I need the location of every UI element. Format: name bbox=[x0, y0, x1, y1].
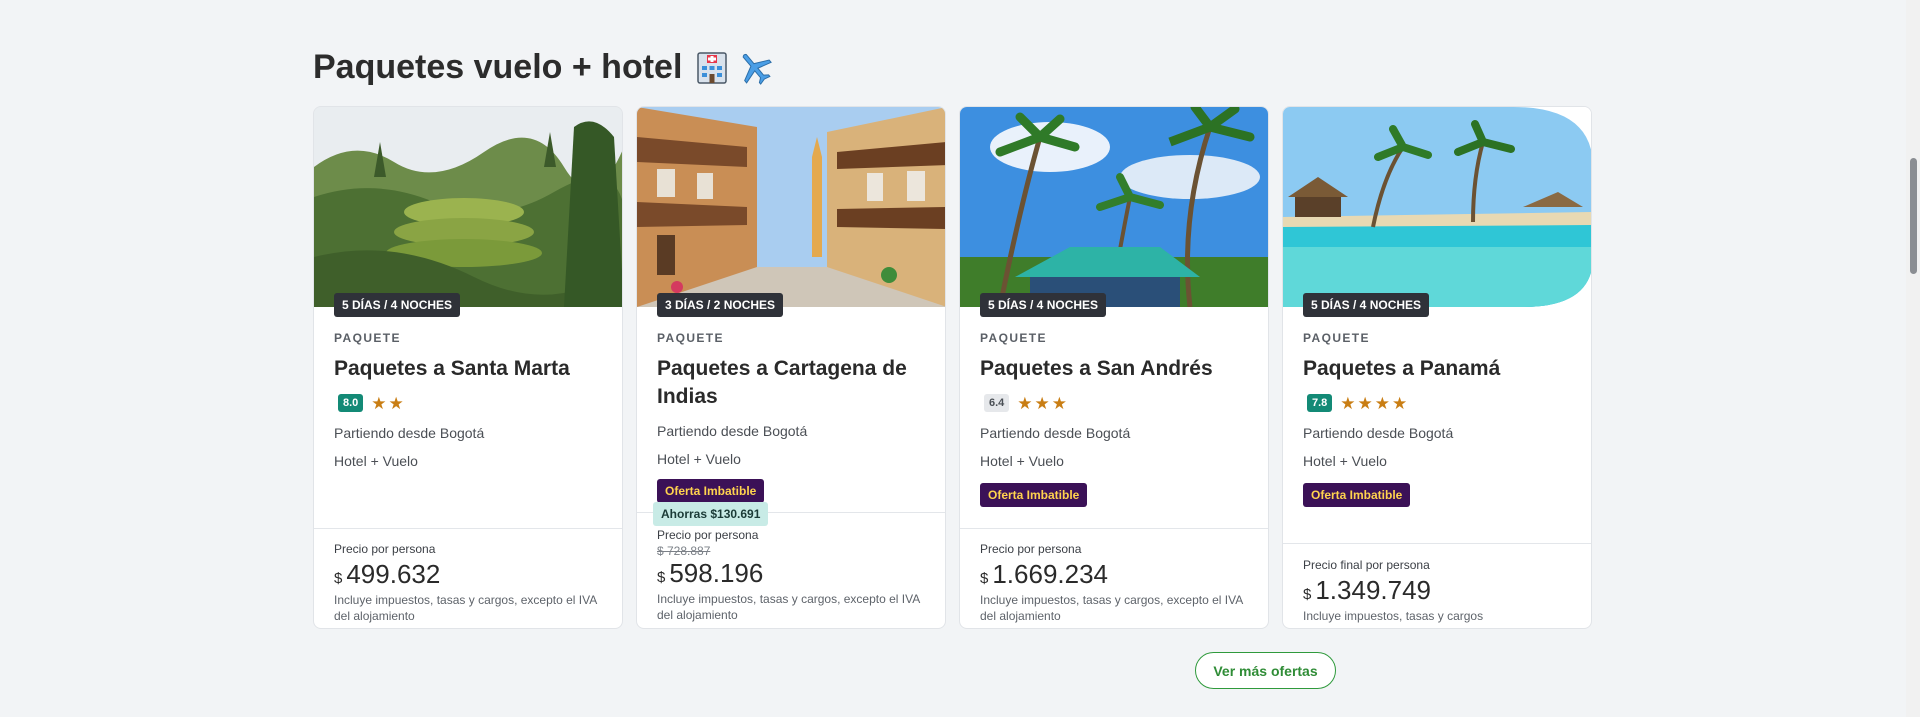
star-icon: ★ bbox=[1034, 393, 1050, 413]
star-rating: ★ ★ ★ ★ bbox=[1340, 395, 1407, 412]
card-body: PAQUETE Paquetes a Panamá 7.8 ★ ★ ★ ★ Parti… bbox=[1303, 331, 1575, 507]
price: $ 499.632 bbox=[334, 559, 606, 590]
price: $ 1.669.234 bbox=[980, 559, 1252, 590]
offer-badge: Oferta Imbatible bbox=[657, 479, 765, 503]
card-body: PAQUETE Paquetes a Cartagena de Indias P… bbox=[657, 331, 929, 503]
price-box: Precio final por persona $ 1.349.749 Inc… bbox=[1303, 558, 1575, 624]
rating-row: 7.8 ★ ★ ★ ★ bbox=[1303, 393, 1575, 413]
star-icon: ★ bbox=[1374, 393, 1391, 413]
duration-badge: 3 DÍAS / 2 NOCHES bbox=[657, 293, 784, 317]
duration-badge: 5 DÍAS / 4 NOCHES bbox=[334, 293, 461, 317]
card-image-santa-marta[interactable] bbox=[314, 107, 622, 307]
page-scrollbar[interactable] bbox=[1906, 0, 1920, 717]
savings-badge: Ahorras $130.691 bbox=[653, 502, 769, 526]
price-label: Precio por persona bbox=[334, 542, 436, 556]
hotel-icon bbox=[697, 51, 728, 84]
origin-text: Partiendo desde Bogotá bbox=[657, 423, 808, 439]
currency-symbol: $ bbox=[980, 570, 989, 587]
section-title-text: Paquetes vuelo + hotel bbox=[313, 48, 683, 86]
more-offers-button[interactable]: Ver más ofertas bbox=[1195, 652, 1336, 689]
package-kind: PAQUETE bbox=[1303, 331, 1370, 345]
star-icon: ★ bbox=[1051, 393, 1068, 413]
includes-text: Hotel + Vuelo bbox=[657, 451, 741, 467]
price: $ 1.349.749 bbox=[1303, 575, 1575, 606]
section-title: Paquetes vuelo + hotel bbox=[313, 48, 774, 87]
price-divider bbox=[314, 528, 622, 529]
review-score: 7.8 bbox=[1307, 394, 1333, 412]
price-amount: 598.196 bbox=[669, 558, 764, 588]
title-icons bbox=[694, 49, 774, 87]
includes-text: Hotel + Vuelo bbox=[1303, 453, 1387, 469]
price-box: Precio por persona $ 728.887 $ 598.196 I… bbox=[657, 528, 929, 623]
price-amount: 499.632 bbox=[346, 559, 441, 589]
star-rating: ★ ★ ★ bbox=[1017, 395, 1067, 412]
star-icon: ★ bbox=[1340, 393, 1356, 413]
currency-symbol: $ bbox=[1303, 586, 1312, 603]
package-cards: 5 DÍAS / 4 NOCHES PAQUETE Paquetes a San… bbox=[313, 106, 1592, 629]
star-icon: ★ bbox=[1357, 393, 1373, 413]
card-image-san-andres[interactable] bbox=[960, 107, 1268, 307]
star-icon: ★ bbox=[1392, 393, 1408, 413]
star-icon: ★ bbox=[388, 393, 404, 413]
origin-text: Partiendo desde Bogotá bbox=[334, 425, 485, 441]
price-box: Precio por persona $ 499.632 Incluye imp… bbox=[334, 542, 606, 624]
price-divider bbox=[1283, 543, 1591, 544]
price-amount: 1.349.749 bbox=[1315, 575, 1432, 605]
star-rating: ★ ★ bbox=[371, 395, 404, 412]
package-kind: PAQUETE bbox=[980, 331, 1047, 345]
includes-text: Hotel + Vuelo bbox=[980, 453, 1064, 469]
currency-symbol: $ bbox=[657, 569, 666, 586]
card-body: PAQUETE Paquetes a Santa Marta 8.0 ★ ★ Pa… bbox=[334, 331, 606, 469]
duration-badge: 5 DÍAS / 4 NOCHES bbox=[1303, 293, 1430, 317]
currency-symbol: $ bbox=[334, 570, 343, 587]
price-divider bbox=[960, 528, 1268, 529]
tax-note: Incluye impuestos, tasas y cargos, excep… bbox=[334, 593, 597, 623]
package-kind: PAQUETE bbox=[334, 331, 401, 345]
package-title[interactable]: Paquetes a Santa Marta bbox=[334, 355, 606, 383]
origin-text: Partiendo desde Bogotá bbox=[980, 425, 1131, 441]
rating-row: 8.0 ★ ★ bbox=[334, 393, 606, 413]
price-label: Precio final por persona bbox=[1303, 558, 1430, 572]
original-price: $ 728.887 bbox=[657, 544, 711, 558]
package-card-panama[interactable]: 5 DÍAS / 4 NOCHES PAQUETE Paquetes a Pan… bbox=[1282, 106, 1592, 629]
price: $ 598.196 bbox=[657, 558, 929, 589]
package-kind: PAQUETE bbox=[657, 331, 724, 345]
airplane-icon bbox=[743, 53, 773, 85]
review-score: 8.0 bbox=[338, 394, 364, 412]
package-card-san-andres[interactable]: 5 DÍAS / 4 NOCHES PAQUETE Paquetes a San… bbox=[959, 106, 1269, 629]
includes-text: Hotel + Vuelo bbox=[334, 453, 418, 469]
price-label: Precio por persona bbox=[657, 528, 759, 542]
origin-text: Partiendo desde Bogotá bbox=[1303, 425, 1454, 441]
package-title[interactable]: Paquetes a Panamá bbox=[1303, 355, 1575, 383]
card-body: PAQUETE Paquetes a San Andrés 6.4 ★ ★ ★ Pa… bbox=[980, 331, 1252, 507]
offer-badge: Oferta Imbatible bbox=[1303, 483, 1411, 507]
duration-badge: 5 DÍAS / 4 NOCHES bbox=[980, 293, 1107, 317]
review-score: 6.4 bbox=[984, 394, 1010, 412]
package-card-cartagena[interactable]: 3 DÍAS / 2 NOCHES PAQUETE Paquetes a Car… bbox=[636, 106, 946, 629]
package-title[interactable]: Paquetes a Cartagena de Indias bbox=[657, 355, 929, 411]
package-card-santa-marta[interactable]: 5 DÍAS / 4 NOCHES PAQUETE Paquetes a San… bbox=[313, 106, 623, 629]
tax-note: Incluye impuestos, tasas y cargos, excep… bbox=[657, 592, 920, 622]
scrollbar-thumb[interactable] bbox=[1910, 158, 1917, 274]
offer-badge: Oferta Imbatible bbox=[980, 483, 1088, 507]
packages-section: Paquetes vuelo + hotel 5 DÍAS / 4 NOCHES… bbox=[313, 0, 1593, 717]
price-label: Precio por persona bbox=[980, 542, 1082, 556]
card-image-cartagena[interactable] bbox=[637, 107, 945, 307]
price-box: Precio por persona $ 1.669.234 Incluye i… bbox=[980, 542, 1252, 624]
package-title[interactable]: Paquetes a San Andrés bbox=[980, 355, 1252, 383]
star-icon: ★ bbox=[371, 393, 387, 413]
rating-row: 6.4 ★ ★ ★ bbox=[980, 393, 1252, 413]
star-icon: ★ bbox=[1017, 393, 1033, 413]
tax-note: Incluye impuestos, tasas y cargos, excep… bbox=[980, 593, 1243, 623]
price-amount: 1.669.234 bbox=[992, 559, 1109, 589]
tax-note: Incluye impuestos, tasas y cargos bbox=[1303, 609, 1484, 623]
card-image-panama[interactable] bbox=[1283, 107, 1591, 307]
